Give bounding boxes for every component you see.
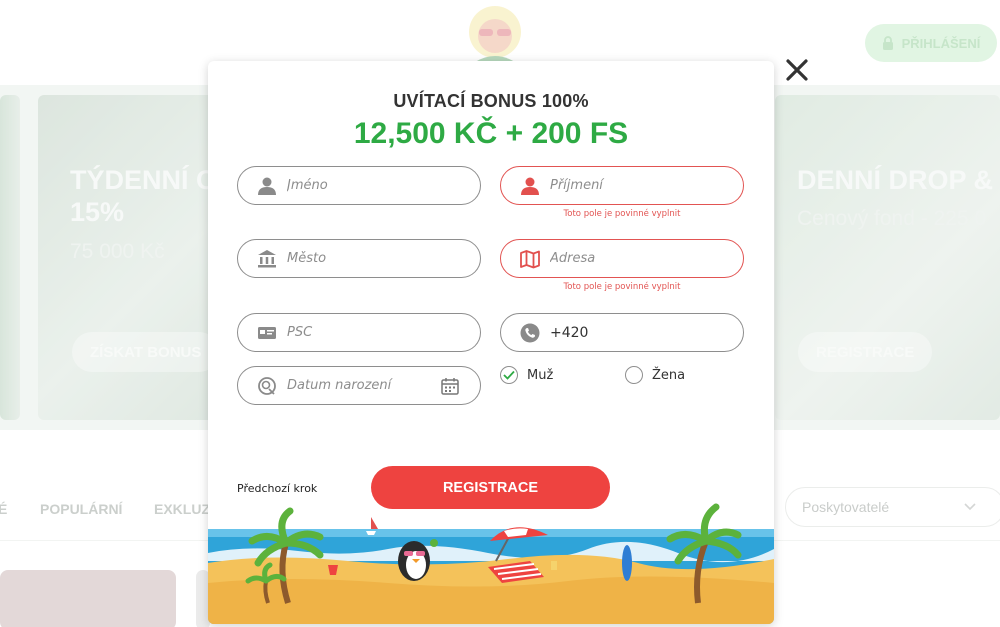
check-icon	[503, 370, 515, 380]
beach-illustration	[208, 503, 774, 624]
bonus-title: UVÍTACÍ BONUS 100%	[393, 91, 589, 111]
user-icon	[256, 175, 278, 197]
gender-female-label: Žena	[652, 367, 686, 383]
city-field[interactable]	[237, 239, 481, 278]
previous-step-link[interactable]: Předchozí krok	[237, 482, 317, 495]
phone-icon	[519, 322, 541, 344]
birthdate-input[interactable]	[287, 378, 457, 393]
last-name-input[interactable]	[550, 178, 720, 193]
zip-input[interactable]	[287, 325, 457, 340]
calendar-icon[interactable]	[440, 376, 460, 396]
address-field[interactable]	[500, 239, 744, 278]
id-card-icon	[256, 322, 278, 344]
phone-input[interactable]	[550, 324, 720, 341]
radio-circle[interactable]	[500, 366, 518, 384]
address-error: Toto pole je povinné vyplnit	[563, 282, 681, 292]
user-icon	[519, 175, 541, 197]
address-input[interactable]	[550, 251, 720, 266]
city-input[interactable]	[287, 251, 457, 266]
gender-female-radio[interactable]: Žena	[625, 366, 685, 384]
last-name-error: Toto pole je povinné vyplnit	[563, 209, 681, 219]
close-icon[interactable]	[783, 56, 811, 84]
first-name-field[interactable]	[237, 166, 481, 205]
register-button[interactable]: REGISTRACE	[371, 466, 610, 509]
zip-field[interactable]	[237, 313, 481, 352]
radio-circle[interactable]	[625, 366, 643, 384]
map-icon	[519, 248, 541, 270]
last-name-field[interactable]	[500, 166, 744, 205]
bonus-amount: 12,500 KČ + 200 FS	[353, 117, 629, 150]
gender-male-radio[interactable]: Muž	[500, 366, 553, 384]
birthday-badge-icon	[256, 375, 278, 397]
phone-field[interactable]	[500, 313, 744, 352]
gender-male-label: Muž	[527, 367, 554, 383]
registration-modal: UVÍTACÍ BONUS 100% 12,500 KČ + 200 FS To…	[208, 61, 774, 624]
birthdate-field[interactable]	[237, 366, 481, 405]
bank-building-icon	[256, 248, 278, 270]
first-name-input[interactable]	[287, 178, 457, 193]
